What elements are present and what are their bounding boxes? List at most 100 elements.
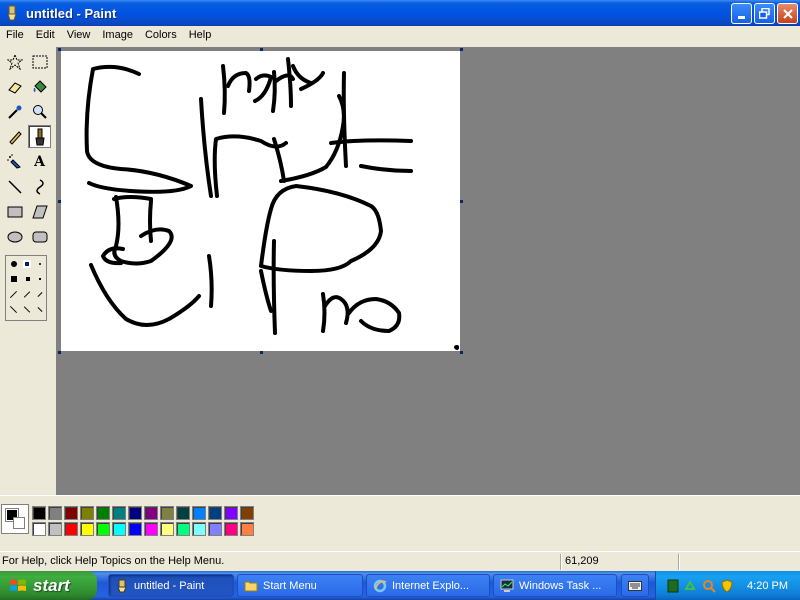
- tool-polygon[interactable]: [28, 200, 51, 223]
- color-swatch[interactable]: [160, 522, 174, 536]
- background-color: [13, 517, 25, 529]
- tool-pencil[interactable]: [3, 125, 26, 148]
- color-swatch[interactable]: [32, 506, 46, 520]
- menu-image[interactable]: Image: [96, 26, 139, 44]
- tool-ellipse[interactable]: [3, 225, 26, 248]
- brush-size-option[interactable]: [11, 276, 17, 282]
- color-swatch[interactable]: [32, 522, 46, 536]
- color-swatch[interactable]: [176, 522, 190, 536]
- menu-edit[interactable]: Edit: [30, 26, 61, 44]
- current-colors[interactable]: [1, 504, 29, 534]
- brush-shape-options[interactable]: [5, 255, 47, 321]
- task-label: untitled - Paint: [134, 579, 205, 592]
- menu-help[interactable]: Help: [183, 26, 218, 44]
- color-swatch[interactable]: [240, 506, 254, 520]
- task-paint[interactable]: untitled - Paint: [108, 574, 234, 597]
- color-swatch[interactable]: [64, 506, 78, 520]
- title-bar[interactable]: untitled - Paint: [0, 0, 800, 26]
- task-internet-explorer[interactable]: Internet Explo...: [366, 574, 490, 597]
- resize-handle: [58, 351, 61, 354]
- taskbar: start untitled - Paint Start Menu Intern…: [0, 571, 800, 600]
- color-swatch[interactable]: [96, 522, 110, 536]
- start-button[interactable]: start: [0, 571, 97, 600]
- brush-size-option[interactable]: [11, 261, 17, 267]
- menu-file[interactable]: File: [0, 26, 30, 44]
- color-swatch[interactable]: [80, 522, 94, 536]
- tool-text[interactable]: A: [28, 150, 51, 173]
- color-swatch[interactable]: [144, 506, 158, 520]
- canvas-workspace: [56, 47, 800, 495]
- color-swatch[interactable]: [176, 506, 190, 520]
- tool-select[interactable]: [28, 50, 51, 73]
- brush-size-option[interactable]: [26, 277, 30, 281]
- close-button[interactable]: [777, 3, 798, 24]
- tool-rectangle[interactable]: [3, 200, 26, 223]
- tool-line[interactable]: [3, 175, 26, 198]
- color-swatch[interactable]: [128, 506, 142, 520]
- brush-size-option[interactable]: [9, 305, 18, 314]
- drawing-canvas[interactable]: [58, 48, 463, 354]
- paint-bucket-icon: [33, 79, 47, 93]
- color-swatch[interactable]: [192, 506, 206, 520]
- ellipse-icon: [7, 231, 22, 242]
- color-swatch[interactable]: [208, 522, 222, 536]
- color-swatch[interactable]: [160, 506, 174, 520]
- color-swatch[interactable]: [144, 522, 158, 536]
- resize-handle-bottom[interactable]: [260, 351, 263, 354]
- cursor-coordinates: 61,209: [565, 555, 599, 567]
- brush-size-option-selected[interactable]: [23, 260, 31, 268]
- task-label: Windows Task ...: [519, 579, 602, 592]
- menu-view[interactable]: View: [61, 26, 97, 44]
- color-swatch[interactable]: [208, 506, 222, 520]
- brush-size-option[interactable]: [23, 291, 31, 298]
- brush-size-option[interactable]: [9, 290, 18, 299]
- tool-pick-color[interactable]: [3, 100, 26, 123]
- tool-airbrush[interactable]: [3, 150, 26, 173]
- recycle-icon[interactable]: [684, 579, 698, 593]
- brush-size-option[interactable]: [37, 292, 43, 297]
- rounded-rect-icon: [32, 231, 47, 242]
- color-swatch[interactable]: [112, 506, 126, 520]
- color-swatch[interactable]: [192, 522, 206, 536]
- airbrush-icon: [6, 153, 21, 169]
- maximize-button[interactable]: [754, 3, 775, 24]
- color-swatch[interactable]: [48, 522, 62, 536]
- resize-handle: [58, 48, 61, 51]
- paint-icon: [115, 579, 129, 593]
- tool-eraser[interactable]: [3, 75, 26, 98]
- brush-size-option[interactable]: [37, 307, 43, 312]
- color-swatch[interactable]: [80, 506, 94, 520]
- brush-size-option[interactable]: [39, 263, 41, 265]
- tool-curve[interactable]: [28, 175, 51, 198]
- color-swatch[interactable]: [48, 506, 62, 520]
- rectangle-icon: [7, 206, 22, 217]
- tool-brush[interactable]: [28, 125, 51, 148]
- resize-handle-corner[interactable]: [460, 351, 463, 354]
- brush-size-option[interactable]: [39, 278, 41, 280]
- star-select-icon: [6, 53, 23, 70]
- brush-size-option[interactable]: [23, 306, 31, 313]
- color-swatch[interactable]: [240, 522, 254, 536]
- keyboard-language-button[interactable]: [621, 574, 649, 597]
- task-start-menu[interactable]: Start Menu: [237, 574, 363, 597]
- minimize-button[interactable]: [731, 3, 752, 24]
- eraser-icon: [7, 81, 22, 94]
- tool-rounded-rectangle[interactable]: [28, 225, 51, 248]
- color-swatch[interactable]: [128, 522, 142, 536]
- color-swatch[interactable]: [64, 522, 78, 536]
- search-icon[interactable]: [702, 579, 716, 593]
- color-swatch[interactable]: [224, 522, 238, 536]
- network-icon[interactable]: [666, 579, 680, 593]
- menu-colors[interactable]: Colors: [139, 26, 183, 44]
- tool-free-form-select[interactable]: [3, 50, 26, 73]
- color-swatch[interactable]: [112, 522, 126, 536]
- color-swatch[interactable]: [96, 506, 110, 520]
- security-shield-icon[interactable]: [720, 578, 734, 593]
- tool-fill[interactable]: [28, 75, 51, 98]
- task-windows-task-manager[interactable]: Windows Task ...: [493, 574, 617, 597]
- color-swatch[interactable]: [224, 506, 238, 520]
- start-label: start: [33, 575, 70, 595]
- tool-magnifier[interactable]: [28, 100, 51, 123]
- clock[interactable]: 4:20 PM: [747, 580, 788, 592]
- resize-handle-right[interactable]: [460, 200, 463, 203]
